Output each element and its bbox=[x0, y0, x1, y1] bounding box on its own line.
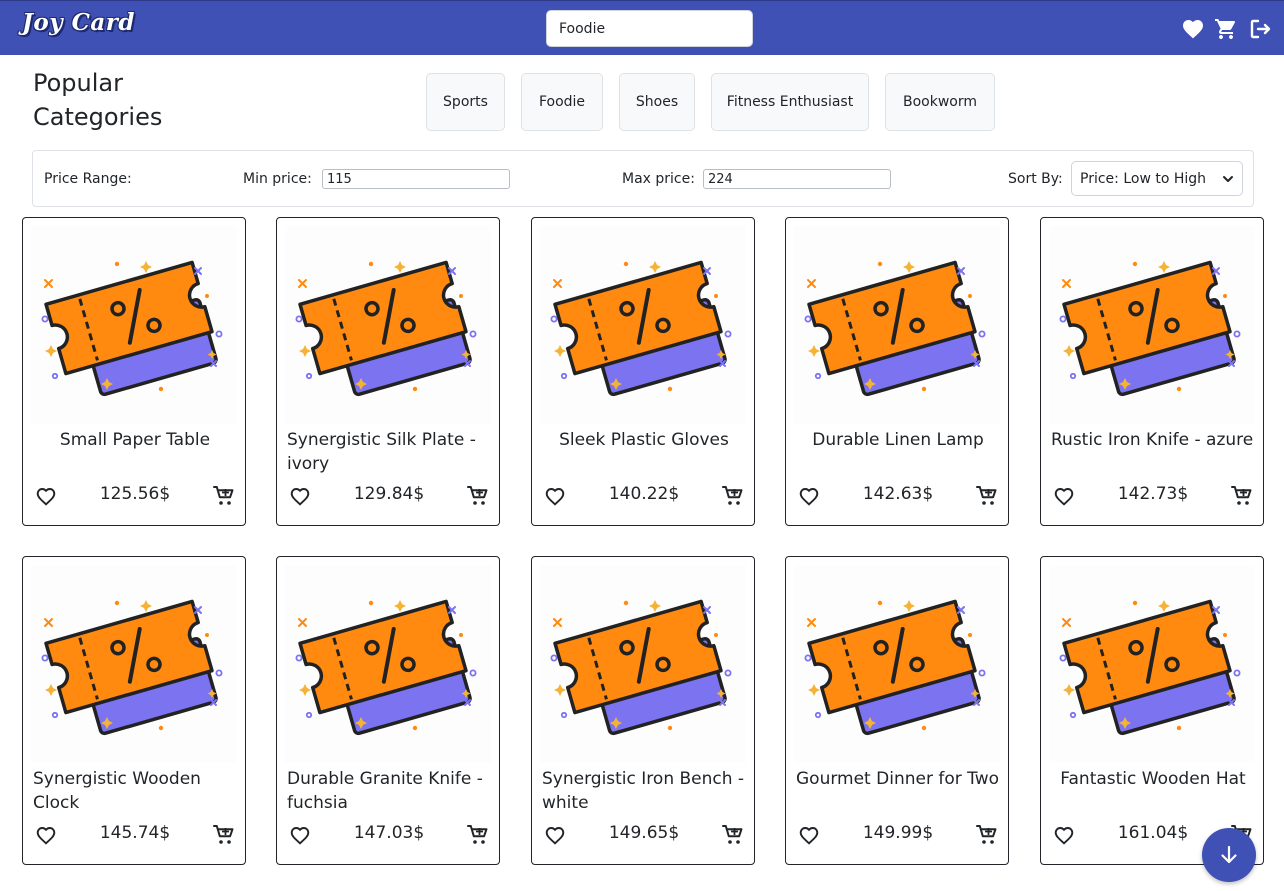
favorite-heart-icon[interactable] bbox=[288, 823, 312, 847]
add-to-cart-icon[interactable] bbox=[466, 484, 490, 508]
category-shoes-button[interactable]: Shoes bbox=[619, 73, 695, 131]
product-image[interactable] bbox=[285, 226, 491, 424]
product-image[interactable] bbox=[794, 565, 1000, 763]
category-sports-button[interactable]: Sports bbox=[426, 73, 505, 131]
product-card[interactable]: Synergistic Wooden Clock 145.74$ bbox=[22, 556, 246, 865]
add-to-cart-icon[interactable] bbox=[975, 823, 999, 847]
product-name[interactable]: Fantastic Wooden Hat bbox=[1051, 767, 1255, 791]
coupon-ticket-icon bbox=[1059, 599, 1241, 736]
price-range-label: Price Range: bbox=[44, 171, 132, 187]
product-price: 149.99$ bbox=[862, 823, 934, 843]
min-price-input[interactable] bbox=[322, 169, 510, 189]
category-fitness-button[interactable]: Fitness Enthusiast bbox=[711, 73, 869, 131]
brand-logo[interactable]: Joy Card bbox=[22, 9, 135, 36]
product-card[interactable]: Gourmet Dinner for Two 149.99$ bbox=[785, 556, 1009, 865]
category-foodie-button[interactable]: Foodie bbox=[521, 73, 603, 131]
product-image[interactable] bbox=[540, 565, 746, 763]
coupon-ticket-icon bbox=[550, 260, 732, 397]
favorite-heart-icon[interactable] bbox=[543, 823, 567, 847]
coupon-ticket-icon bbox=[295, 260, 477, 397]
product-card[interactable]: Durable Granite Knife - fuchsia 147.03$ bbox=[276, 556, 500, 865]
product-image[interactable] bbox=[285, 565, 491, 763]
product-image[interactable] bbox=[31, 226, 237, 424]
product-price: 145.74$ bbox=[99, 823, 171, 843]
max-price-input[interactable] bbox=[703, 169, 891, 189]
product-name[interactable]: Sleek Plastic Gloves bbox=[542, 428, 746, 452]
add-to-cart-icon[interactable] bbox=[721, 484, 745, 508]
add-to-cart-icon[interactable] bbox=[975, 484, 999, 508]
add-to-cart-icon[interactable] bbox=[212, 484, 236, 508]
sort-select[interactable]: Price: Low to High bbox=[1071, 161, 1243, 196]
max-price-label: Max price: bbox=[622, 171, 695, 187]
top-navbar: Joy Card bbox=[0, 0, 1284, 55]
product-card[interactable]: Rustic Iron Knife - azure 142.73$ bbox=[1040, 217, 1264, 526]
add-to-cart-icon[interactable] bbox=[1230, 484, 1254, 508]
sort-by-label: Sort By: bbox=[1008, 171, 1063, 187]
product-name[interactable]: Gourmet Dinner for Two bbox=[796, 767, 1000, 791]
product-price: 161.04$ bbox=[1117, 823, 1189, 843]
favorite-heart-icon[interactable] bbox=[797, 823, 821, 847]
coupon-ticket-icon bbox=[1059, 260, 1241, 397]
product-name[interactable]: Synergistic Iron Bench - white bbox=[542, 767, 746, 815]
search-input[interactable] bbox=[546, 10, 753, 47]
product-price: 142.63$ bbox=[862, 484, 934, 504]
product-card[interactable]: Sleek Plastic Gloves 140.22$ bbox=[531, 217, 755, 526]
product-image[interactable] bbox=[1049, 226, 1255, 424]
favorite-heart-icon[interactable] bbox=[1052, 484, 1076, 508]
coupon-ticket-icon bbox=[41, 260, 223, 397]
product-image[interactable] bbox=[31, 565, 237, 763]
favorite-heart-icon[interactable] bbox=[1052, 823, 1076, 847]
product-card[interactable]: Synergistic Iron Bench - white 149.65$ bbox=[531, 556, 755, 865]
price-filter-bar: Price Range: Min price: Max price: Sort … bbox=[32, 150, 1254, 207]
product-card[interactable]: Synergistic Silk Plate - ivory 129.84$ bbox=[276, 217, 500, 526]
popular-categories-heading: Popular Categories bbox=[33, 69, 163, 131]
product-price: 129.84$ bbox=[353, 484, 425, 504]
product-name[interactable]: Synergistic Wooden Clock bbox=[33, 767, 237, 815]
coupon-ticket-icon bbox=[550, 599, 732, 736]
add-to-cart-icon[interactable] bbox=[721, 823, 745, 847]
heart-icon[interactable] bbox=[1181, 17, 1205, 41]
product-price: 140.22$ bbox=[608, 484, 680, 504]
product-price: 125.56$ bbox=[99, 484, 171, 504]
coupon-ticket-icon bbox=[295, 599, 477, 736]
product-image[interactable] bbox=[1049, 565, 1255, 763]
product-name[interactable]: Synergistic Silk Plate - ivory bbox=[287, 428, 491, 476]
product-image[interactable] bbox=[794, 226, 1000, 424]
category-bookworm-button[interactable]: Bookworm bbox=[885, 73, 995, 131]
product-card[interactable]: Durable Linen Lamp 142.63$ bbox=[785, 217, 1009, 526]
coupon-ticket-icon bbox=[41, 599, 223, 736]
product-price: 147.03$ bbox=[353, 823, 425, 843]
product-name[interactable]: Durable Linen Lamp bbox=[796, 428, 1000, 452]
add-to-cart-icon[interactable] bbox=[212, 823, 236, 847]
coupon-ticket-icon bbox=[804, 260, 986, 397]
favorite-heart-icon[interactable] bbox=[34, 823, 58, 847]
favorite-heart-icon[interactable] bbox=[797, 484, 821, 508]
product-name[interactable]: Durable Granite Knife - fuchsia bbox=[287, 767, 491, 815]
product-card[interactable]: Small Paper Table 125.56$ bbox=[22, 217, 246, 526]
min-price-label: Min price: bbox=[243, 171, 312, 187]
favorite-heart-icon[interactable] bbox=[543, 484, 567, 508]
cart-icon[interactable] bbox=[1214, 17, 1238, 41]
logout-icon[interactable] bbox=[1248, 17, 1272, 41]
scroll-down-button[interactable] bbox=[1202, 828, 1256, 882]
favorite-heart-icon[interactable] bbox=[34, 484, 58, 508]
product-card[interactable]: Fantastic Wooden Hat 161.04$ bbox=[1040, 556, 1264, 865]
product-name[interactable]: Small Paper Table bbox=[33, 428, 237, 452]
coupon-ticket-icon bbox=[804, 599, 986, 736]
product-name[interactable]: Rustic Iron Knife - azure bbox=[1051, 428, 1255, 452]
product-price: 142.73$ bbox=[1117, 484, 1189, 504]
favorite-heart-icon[interactable] bbox=[288, 484, 312, 508]
product-price: 149.65$ bbox=[608, 823, 680, 843]
chevron-down-icon bbox=[1223, 175, 1233, 182]
sort-select-value: Price: Low to High bbox=[1080, 170, 1207, 187]
arrow-down-icon bbox=[1221, 845, 1237, 864]
add-to-cart-icon[interactable] bbox=[466, 823, 490, 847]
product-image[interactable] bbox=[540, 226, 746, 424]
